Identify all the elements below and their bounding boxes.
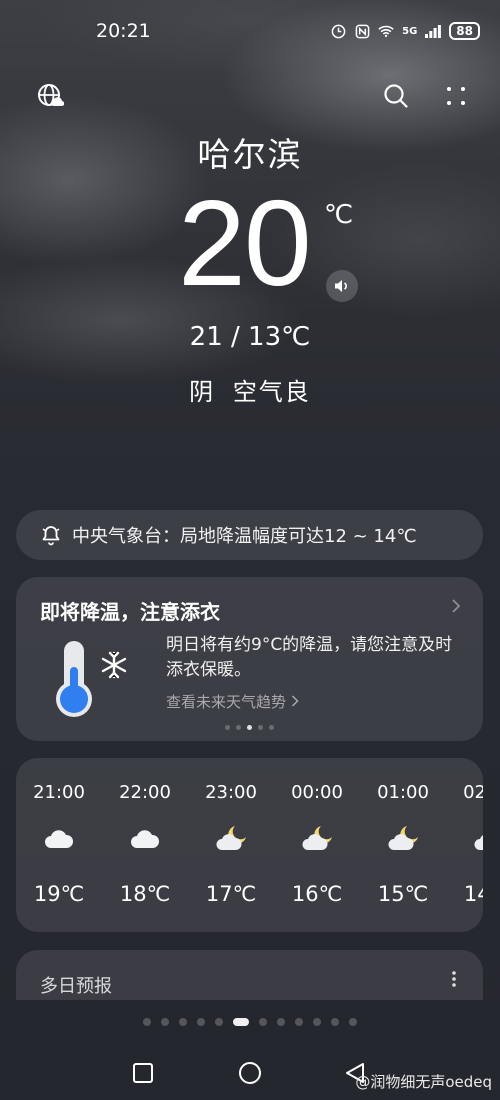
nfc-alarm-icon [330, 23, 346, 39]
cooling-reminder-card[interactable]: 即将降温，注意添衣 明日将有约9°C的降温，请您注意及时添衣保暖。 查看未来天气… [16, 577, 483, 741]
hour-temp: 15℃ [377, 882, 429, 906]
wifi-icon [378, 23, 394, 39]
hourly-forecast-card[interactable]: 21:00 19℃ 22:00 18℃ 23:00 17℃ 00:00 16℃ … [16, 758, 483, 932]
more-button[interactable] [440, 80, 472, 112]
hour-temp: 19℃ [33, 882, 85, 906]
status-time: 20:21 [96, 20, 151, 42]
hourly-item: 23:00 17℃ [188, 758, 274, 932]
hour-temp: 17℃ [205, 882, 257, 906]
hour-temp: 16℃ [291, 882, 343, 906]
cloud-icon [45, 830, 74, 848]
city-page-indicator[interactable] [0, 1018, 500, 1026]
weather-alert-bar[interactable]: 中央气象台：局地降温幅度可达12 ~ 14℃ [16, 510, 483, 560]
status-icons: 5G 88 [330, 22, 480, 40]
hour-time: 02:00 [463, 782, 483, 803]
square-icon [133, 1063, 153, 1083]
hour-time: 23:00 [205, 782, 257, 803]
hourly-item: 21:00 19℃ [16, 758, 102, 932]
search-button[interactable] [380, 80, 412, 112]
page-dot [215, 1018, 223, 1026]
page-dot [313, 1018, 321, 1026]
page-dot [259, 1018, 267, 1026]
nfc-icon [354, 23, 370, 39]
hour-temp: 18℃ [119, 882, 171, 906]
page-dot [331, 1018, 339, 1026]
city-name: 哈尔滨 [197, 135, 303, 174]
hourly-item: 00:00 16℃ [274, 758, 360, 932]
page-dot [179, 1018, 187, 1026]
weather-condition: 阴 [189, 378, 216, 406]
temperature-range: 21 / 13℃ [189, 322, 311, 352]
signal-icon [425, 23, 442, 39]
hour-time: 22:00 [119, 782, 171, 803]
moon-cloud-icon [302, 826, 332, 850]
hourly-item: 22:00 18℃ [102, 758, 188, 932]
hourly-item: 01:00 15℃ [360, 758, 446, 932]
page-dot [161, 1018, 169, 1026]
hour-temp: 14℃ [463, 882, 483, 906]
speaker-icon [335, 280, 347, 292]
watermark-text: @润物细无声oedeq [355, 1073, 492, 1091]
network-type: 5G [402, 25, 418, 37]
chevron-right-small-icon [291, 693, 299, 711]
temperature-unit: ℃ [324, 200, 354, 230]
moon-cloud-icon [216, 826, 246, 850]
hourly-list[interactable]: 21:00 19℃ 22:00 18℃ 23:00 17℃ 00:00 16℃ … [16, 758, 483, 932]
air-quality: 空气良 [232, 378, 311, 406]
bell-icon [42, 526, 60, 546]
hourly-item: 02:00 14℃ [446, 758, 483, 932]
page-dot [143, 1018, 151, 1026]
search-icon [384, 84, 408, 108]
recent-apps-button[interactable] [130, 1060, 156, 1086]
thermometer-snow-icon [56, 641, 127, 717]
more-dots-icon [447, 87, 465, 105]
circle-icon [239, 1062, 261, 1084]
alert-text: 中央气象台：局地降温幅度可达12 ~ 14℃ [72, 526, 417, 547]
page-dot [295, 1018, 303, 1026]
page-dot [349, 1018, 357, 1026]
weather-condition-row: 阴 空气良 [0, 372, 500, 407]
carousel-dot [225, 725, 230, 730]
cloud-icon [131, 830, 160, 848]
voice-broadcast-button[interactable] [326, 270, 358, 302]
reminder-title: 即将降温，注意添衣 [40, 600, 220, 624]
city-manage-button[interactable] [34, 80, 66, 112]
moon-cloud-icon [388, 826, 418, 850]
home-button[interactable] [237, 1060, 263, 1086]
carousel-dot [236, 725, 241, 730]
globe-cloud-icon [38, 84, 64, 107]
page-dot-active [233, 1018, 249, 1026]
future-trend-label: 查看未来天气趋势 [166, 693, 287, 711]
multi-day-title: 多日预报 [40, 976, 112, 997]
hour-time: 01:00 [377, 782, 429, 803]
carousel-dot [258, 725, 263, 730]
more-vertical-icon[interactable] [451, 970, 457, 988]
battery-level: 88 [449, 22, 480, 40]
moon-cloud-icon [474, 835, 483, 850]
chevron-right-icon [451, 597, 461, 618]
carousel-dot [269, 725, 274, 730]
carousel-dots [16, 725, 483, 730]
future-trend-link[interactable]: 查看未来天气趋势 [166, 691, 299, 712]
page-dot [277, 1018, 285, 1026]
hour-time: 21:00 [33, 782, 85, 803]
page-dot [197, 1018, 205, 1026]
hour-time: 00:00 [291, 782, 343, 803]
current-temperature: 20 [178, 175, 312, 311]
carousel-dot-active [247, 725, 252, 730]
reminder-body: 明日将有约9°C的降温，请您注意及时添衣保暖。 [166, 635, 453, 680]
